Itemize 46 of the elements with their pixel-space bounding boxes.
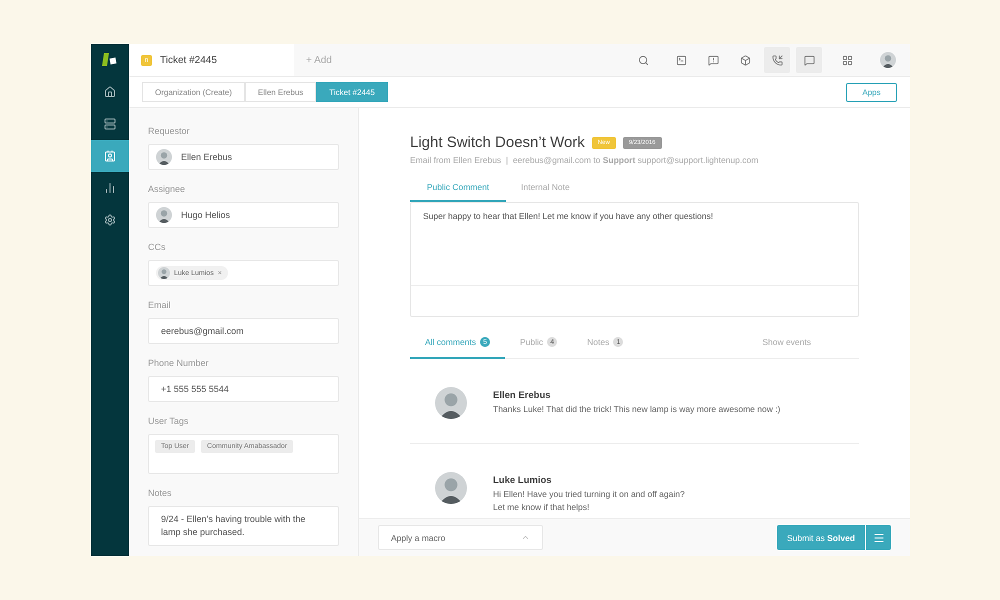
macro-select[interactable]: Apply a macro <box>378 525 543 550</box>
header-tab[interactable]: + Add <box>294 44 344 76</box>
reply-editor[interactable]: Super happy to hear that Ellen! Let me know if you have any other questions! <box>410 202 859 317</box>
breadcrumb-tab[interactable]: Organization (Create) <box>142 82 245 102</box>
avatar <box>158 267 170 279</box>
field-label: Notes <box>148 488 173 498</box>
text-field[interactable]: +1 555 555 5544 <box>148 376 339 402</box>
field-label: Assignee <box>148 184 186 194</box>
avatar <box>156 149 172 165</box>
comment-text: Hi Ellen! Have you tried turning it on and off again? <box>493 489 685 499</box>
tab-label: Ticket #2445 <box>160 54 217 66</box>
reply-tab[interactable]: Internal Note <box>506 182 585 202</box>
show-events-link[interactable]: Show events <box>762 337 811 358</box>
phone-icon[interactable] <box>764 47 790 73</box>
avatar <box>435 387 467 419</box>
chat-icon[interactable] <box>796 47 822 73</box>
field-label: User Tags <box>148 416 190 426</box>
field-label: Email <box>148 300 172 310</box>
field-label: CCs <box>148 242 166 252</box>
person-field[interactable]: Hugo Helios <box>148 202 339 228</box>
tab-label: + Add <box>306 54 332 66</box>
field-label: Phone Number <box>148 358 210 368</box>
comment-text: Let me know if that helps! <box>493 502 590 512</box>
submit-button[interactable]: Submit as Solved <box>776 525 865 550</box>
person-field[interactable]: Ellen Erebus <box>148 144 339 170</box>
avatar <box>156 207 172 223</box>
breadcrumb-tab[interactable]: Ellen Erebus <box>244 82 316 102</box>
avatar <box>435 472 467 504</box>
contacts-icon[interactable] <box>91 140 129 172</box>
chevron-up-icon <box>521 533 530 542</box>
field-label: Requestor <box>148 126 191 136</box>
breadcrumb-tab[interactable]: Ticket #2445 <box>316 82 388 102</box>
ticket-meta: Email from Ellen Erebus | eerebus@gmail.com to Support support@support.lightenup.com <box>410 155 760 165</box>
reply-text: Super happy to hear that Ellen! Let me know if you have any other questions! <box>411 203 858 286</box>
avatar <box>880 52 896 68</box>
text-field[interactable]: eerebus@gmail.com <box>148 318 339 344</box>
logo-icon[interactable] <box>102 53 118 67</box>
notes-field[interactable]: 9/24 - Ellen’s having trouble with the lamp she purchased. <box>148 506 339 546</box>
menu-button[interactable] <box>865 525 891 550</box>
comment-author: Ellen Erebus <box>493 390 552 401</box>
ticket-title: Light Switch Doesn’t Work <box>410 134 585 151</box>
comment-text: Thanks Luke! That did the trick! This new lamp is way more awesome now :) <box>493 404 780 414</box>
comment-author: Luke Lumios <box>493 475 553 486</box>
reply-tab[interactable]: Public Comment <box>410 182 506 202</box>
apps-button[interactable]: Apps <box>846 82 897 102</box>
menu-icon <box>872 532 884 544</box>
